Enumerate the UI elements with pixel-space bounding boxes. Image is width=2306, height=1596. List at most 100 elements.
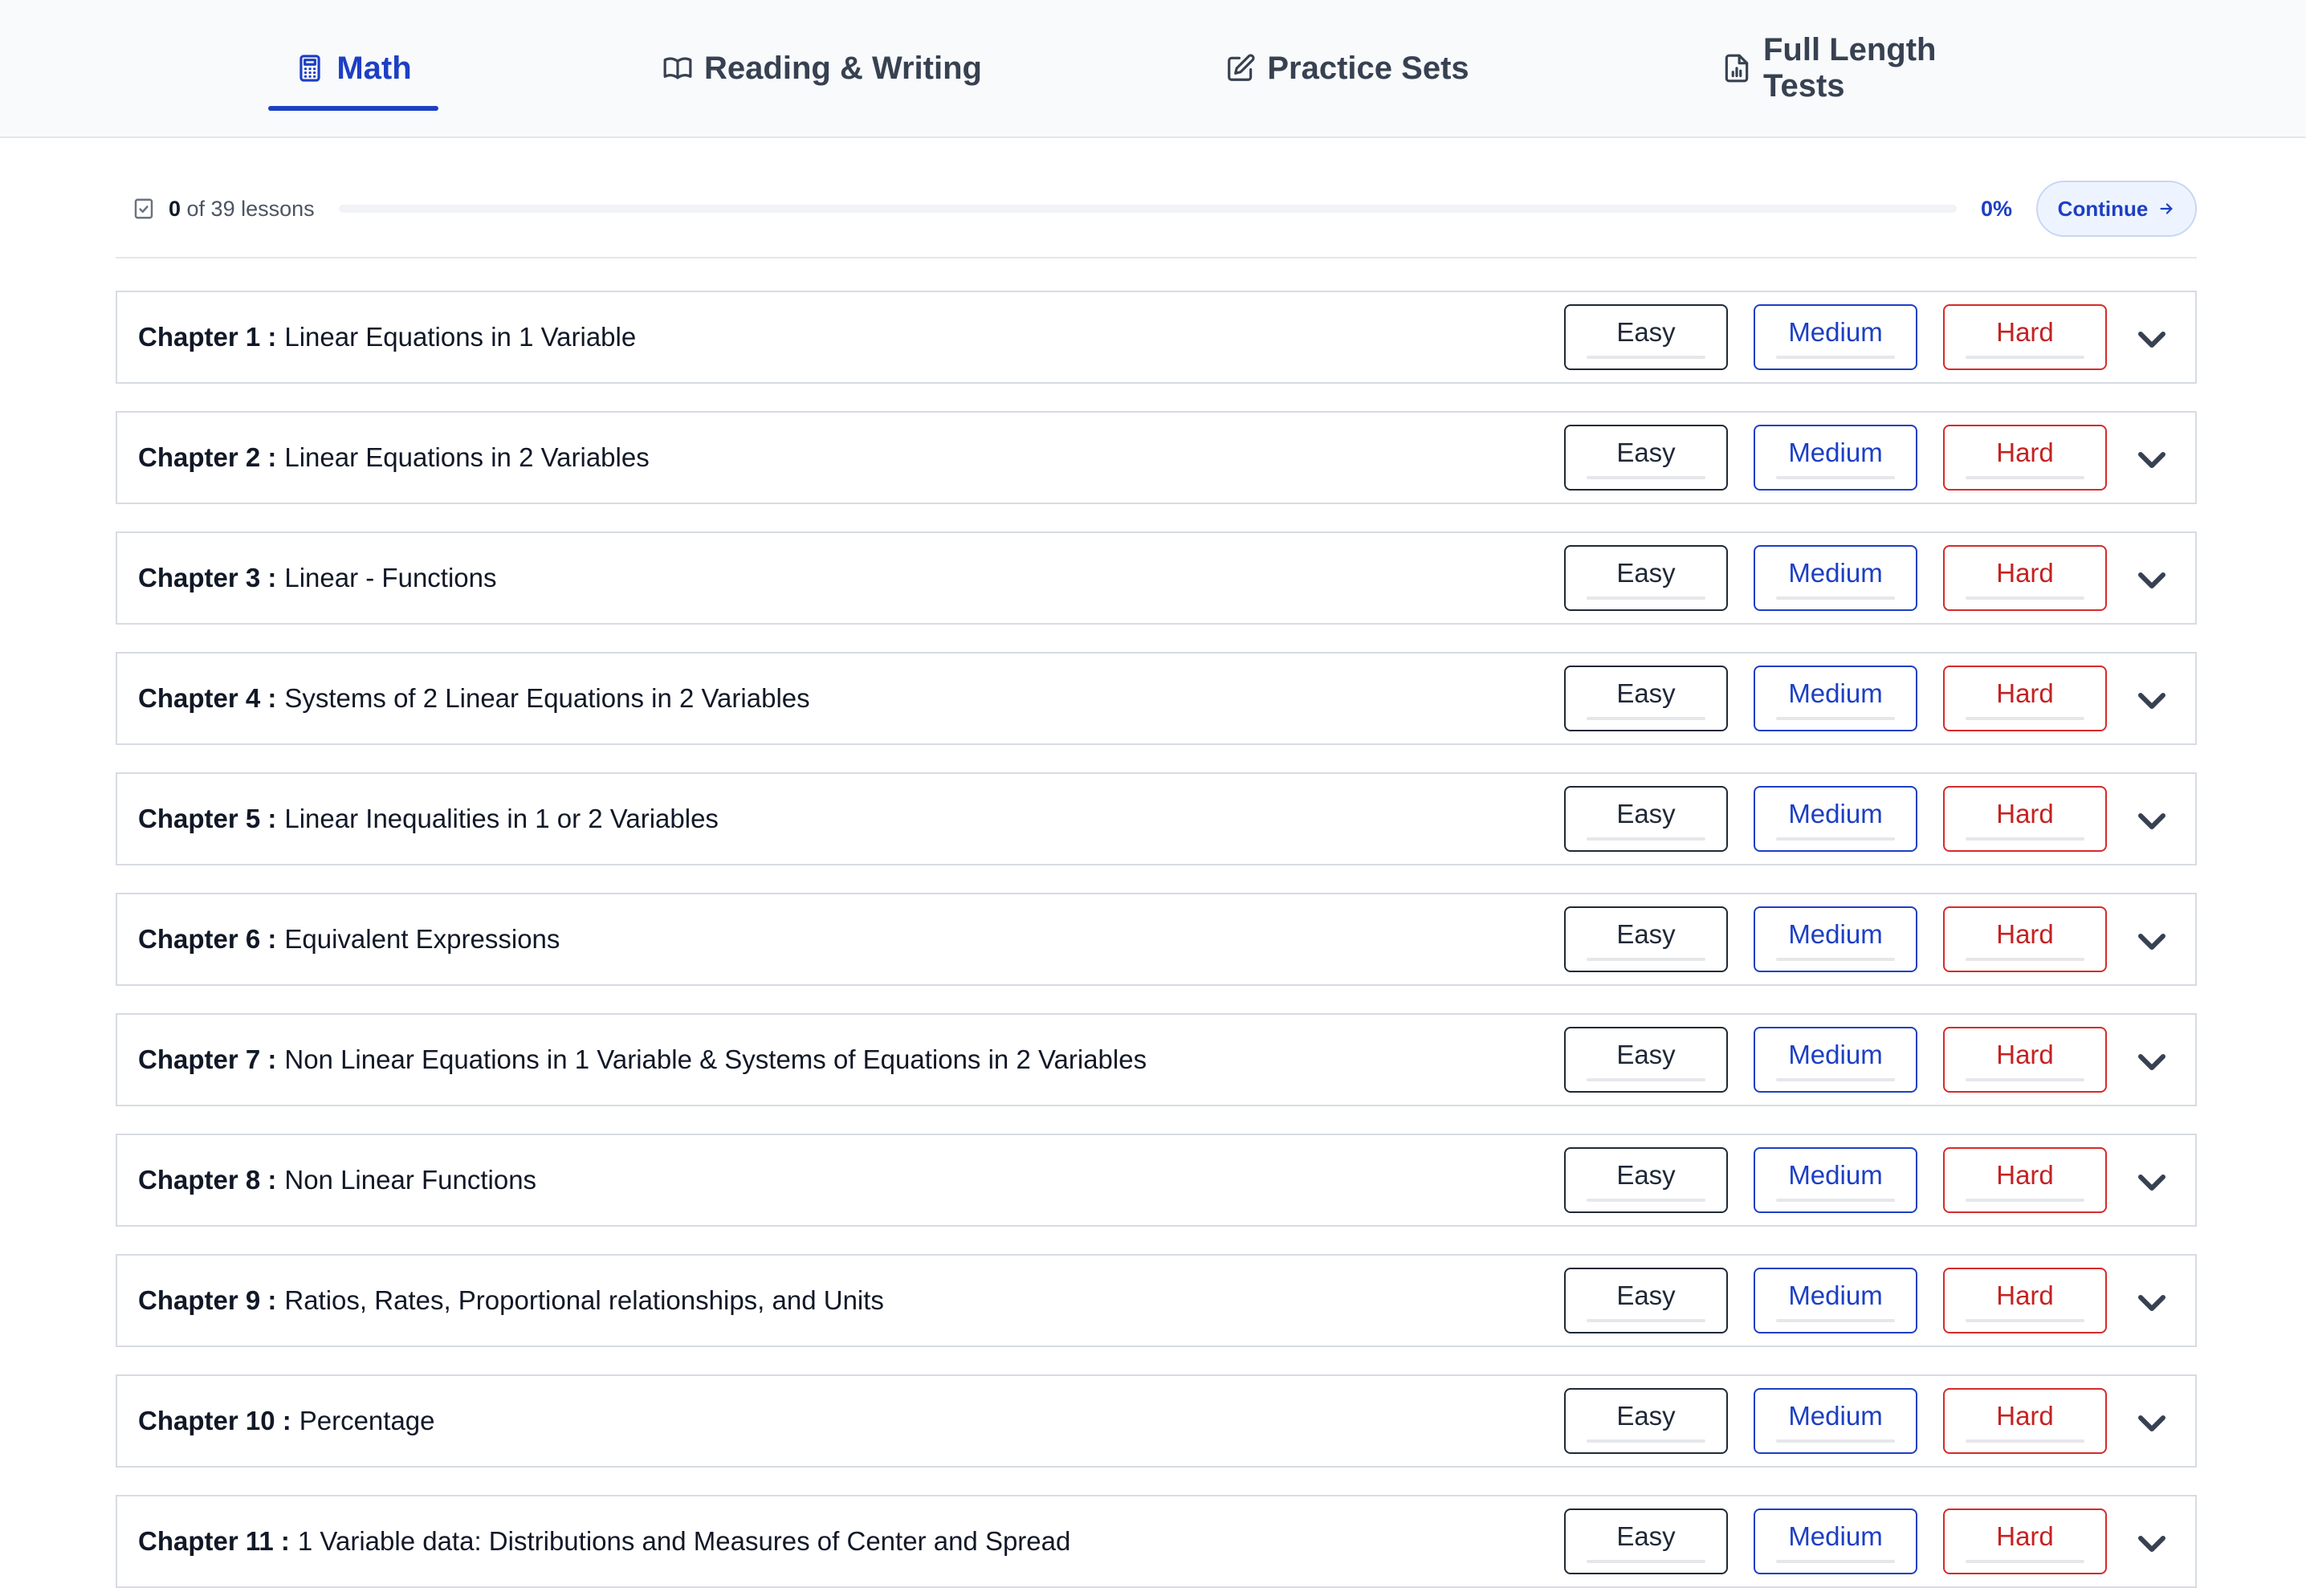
tab-math[interactable]: Math (268, 0, 438, 136)
easy-button[interactable]: Easy (1564, 786, 1728, 852)
chapter-row-11[interactable]: Chapter 11 :1 Variable data: Distributio… (116, 1495, 2197, 1588)
easy-progress (1587, 1319, 1705, 1322)
easy-label: Easy (1616, 1401, 1676, 1431)
chapter-row-7[interactable]: Chapter 7 : Non Linear Equations in 1 Var… (116, 1013, 2197, 1106)
hard-button[interactable]: Hard (1943, 1388, 2107, 1454)
pencil-square-icon (1228, 54, 1255, 81)
easy-button[interactable]: Easy (1564, 1027, 1728, 1093)
chapter-row-9[interactable]: Chapter 9 : Ratios, Rates, Proportional r… (116, 1254, 2197, 1347)
easy-button[interactable]: Easy (1564, 1268, 1728, 1333)
chevron-down-icon[interactable] (2133, 922, 2171, 960)
chapter-row-2[interactable]: Chapter 2 : Linear Equations in 2 Variabl… (116, 411, 2197, 504)
easy-button[interactable]: Easy (1564, 425, 1728, 491)
hard-label: Hard (1996, 438, 2054, 467)
chapter-row-3[interactable]: Chapter 3 : Linear - Functions Easy Medium H… (116, 531, 2197, 625)
medium-button[interactable]: Medium (1754, 1388, 1917, 1454)
easy-progress (1587, 1078, 1705, 1081)
medium-button[interactable]: Medium (1754, 545, 1917, 611)
arrow-right-icon (2160, 203, 2173, 214)
hard-button[interactable]: Hard (1943, 425, 2107, 491)
chapter-title: Chapter 7 : Non Linear Equations in 1 Var… (138, 1015, 1147, 1105)
easy-label: Easy (1616, 438, 1676, 467)
easy-button[interactable]: Easy (1564, 1147, 1728, 1213)
hard-label: Hard (1996, 678, 2054, 708)
medium-progress (1776, 596, 1895, 600)
easy-button[interactable]: Easy (1564, 304, 1728, 370)
easy-progress (1587, 356, 1705, 359)
tab-bar: Math Reading & Writing Practice Sets Ful… (0, 0, 2306, 138)
chapter-row-10[interactable]: Chapter 10 : Percentage Easy Medium Hard (116, 1374, 2197, 1468)
medium-label: Medium (1788, 1160, 1883, 1190)
chevron-down-icon[interactable] (2133, 1403, 2171, 1442)
hard-button[interactable]: Hard (1943, 1147, 2107, 1213)
medium-button[interactable]: Medium (1754, 1147, 1917, 1213)
chapter-row-1[interactable]: Chapter 1 : Linear Equations in 1 Variabl… (116, 291, 2197, 384)
chapter-name: Linear Equations in 2 Variables (284, 442, 650, 472)
chevron-down-icon[interactable] (2133, 560, 2171, 599)
chevron-down-icon[interactable] (2133, 320, 2171, 358)
easy-button[interactable]: Easy (1564, 545, 1728, 611)
chevron-down-icon[interactable] (2133, 801, 2171, 840)
medium-button[interactable]: Medium (1754, 1268, 1917, 1333)
hard-label: Hard (1996, 317, 2054, 347)
medium-button[interactable]: Medium (1754, 906, 1917, 972)
easy-button[interactable]: Easy (1564, 1508, 1728, 1574)
chapter-title: Chapter 11 :1 Variable data: Distributio… (138, 1496, 1070, 1586)
medium-button[interactable]: Medium (1754, 666, 1917, 731)
chapter-row-8[interactable]: Chapter 8 : Non Linear Functions Easy Mediu… (116, 1134, 2197, 1227)
hard-button[interactable]: Hard (1943, 545, 2107, 611)
medium-label: Medium (1788, 678, 1883, 708)
easy-button[interactable]: Easy (1564, 906, 1728, 972)
continue-button[interactable]: Continue (2036, 181, 2197, 237)
hard-label: Hard (1996, 799, 2054, 829)
hard-progress (1966, 1078, 2084, 1081)
chapter-name: Equivalent Expressions (284, 924, 560, 954)
chapter-row-5[interactable]: Chapter 5 : Linear Inequalities in 1 or 2… (116, 772, 2197, 865)
medium-label: Medium (1788, 438, 1883, 467)
chevron-down-icon[interactable] (2133, 440, 2171, 478)
hard-button[interactable]: Hard (1943, 1268, 2107, 1333)
medium-button[interactable]: Medium (1754, 1027, 1917, 1093)
chapter-row-4[interactable]: Chapter 4 : Systems of 2 Linear Equations… (116, 652, 2197, 745)
hard-button[interactable]: Hard (1943, 1027, 2107, 1093)
hard-progress (1966, 1439, 2084, 1443)
medium-label: Medium (1788, 558, 1883, 588)
medium-label: Medium (1788, 1401, 1883, 1431)
chevron-down-icon[interactable] (2133, 1283, 2171, 1321)
easy-label: Easy (1616, 1040, 1676, 1069)
chapter-number: Chapter 11 : (138, 1526, 290, 1556)
chevron-down-icon[interactable] (2133, 681, 2171, 719)
chapter-title: Chapter 10 : Percentage (138, 1376, 435, 1466)
medium-progress (1776, 1560, 1895, 1563)
clipboard-check-icon (134, 198, 153, 219)
hard-progress (1966, 356, 2084, 359)
medium-button[interactable]: Medium (1754, 425, 1917, 491)
chapter-number: Chapter 1 : (138, 322, 277, 352)
tab-practice-sets[interactable]: Practice Sets (1224, 0, 1471, 136)
file-chart-icon (1725, 54, 1749, 83)
hard-button[interactable]: Hard (1943, 666, 2107, 731)
chevron-down-icon[interactable] (2133, 1162, 2171, 1201)
chapter-title: Chapter 6 : Equivalent Expressions (138, 894, 560, 984)
medium-button[interactable]: Medium (1754, 304, 1917, 370)
chapter-row-6[interactable]: Chapter 6 : Equivalent Expressions Easy Med… (116, 893, 2197, 986)
chevron-down-icon[interactable] (2133, 1042, 2171, 1081)
tab-reading-writing[interactable]: Reading & Writing (657, 0, 988, 136)
hard-button[interactable]: Hard (1943, 1508, 2107, 1574)
hard-button[interactable]: Hard (1943, 304, 2107, 370)
chevron-down-icon[interactable] (2133, 1524, 2171, 1562)
medium-progress (1776, 837, 1895, 841)
medium-button[interactable]: Medium (1754, 786, 1917, 852)
chapter-number: Chapter 2 : (138, 442, 277, 472)
easy-button[interactable]: Easy (1564, 1388, 1728, 1454)
hard-button[interactable]: Hard (1943, 786, 2107, 852)
tab-label: Reading & Writing (704, 50, 982, 86)
hard-progress (1966, 596, 2084, 600)
hard-label: Hard (1996, 1040, 2054, 1069)
tab-full-length-tests[interactable]: Full Length Tests (1721, 0, 2027, 136)
medium-progress (1776, 1439, 1895, 1443)
easy-button[interactable]: Easy (1564, 666, 1728, 731)
chapter-title: Chapter 4 : Systems of 2 Linear Equations… (138, 653, 810, 743)
medium-button[interactable]: Medium (1754, 1508, 1917, 1574)
hard-button[interactable]: Hard (1943, 906, 2107, 972)
